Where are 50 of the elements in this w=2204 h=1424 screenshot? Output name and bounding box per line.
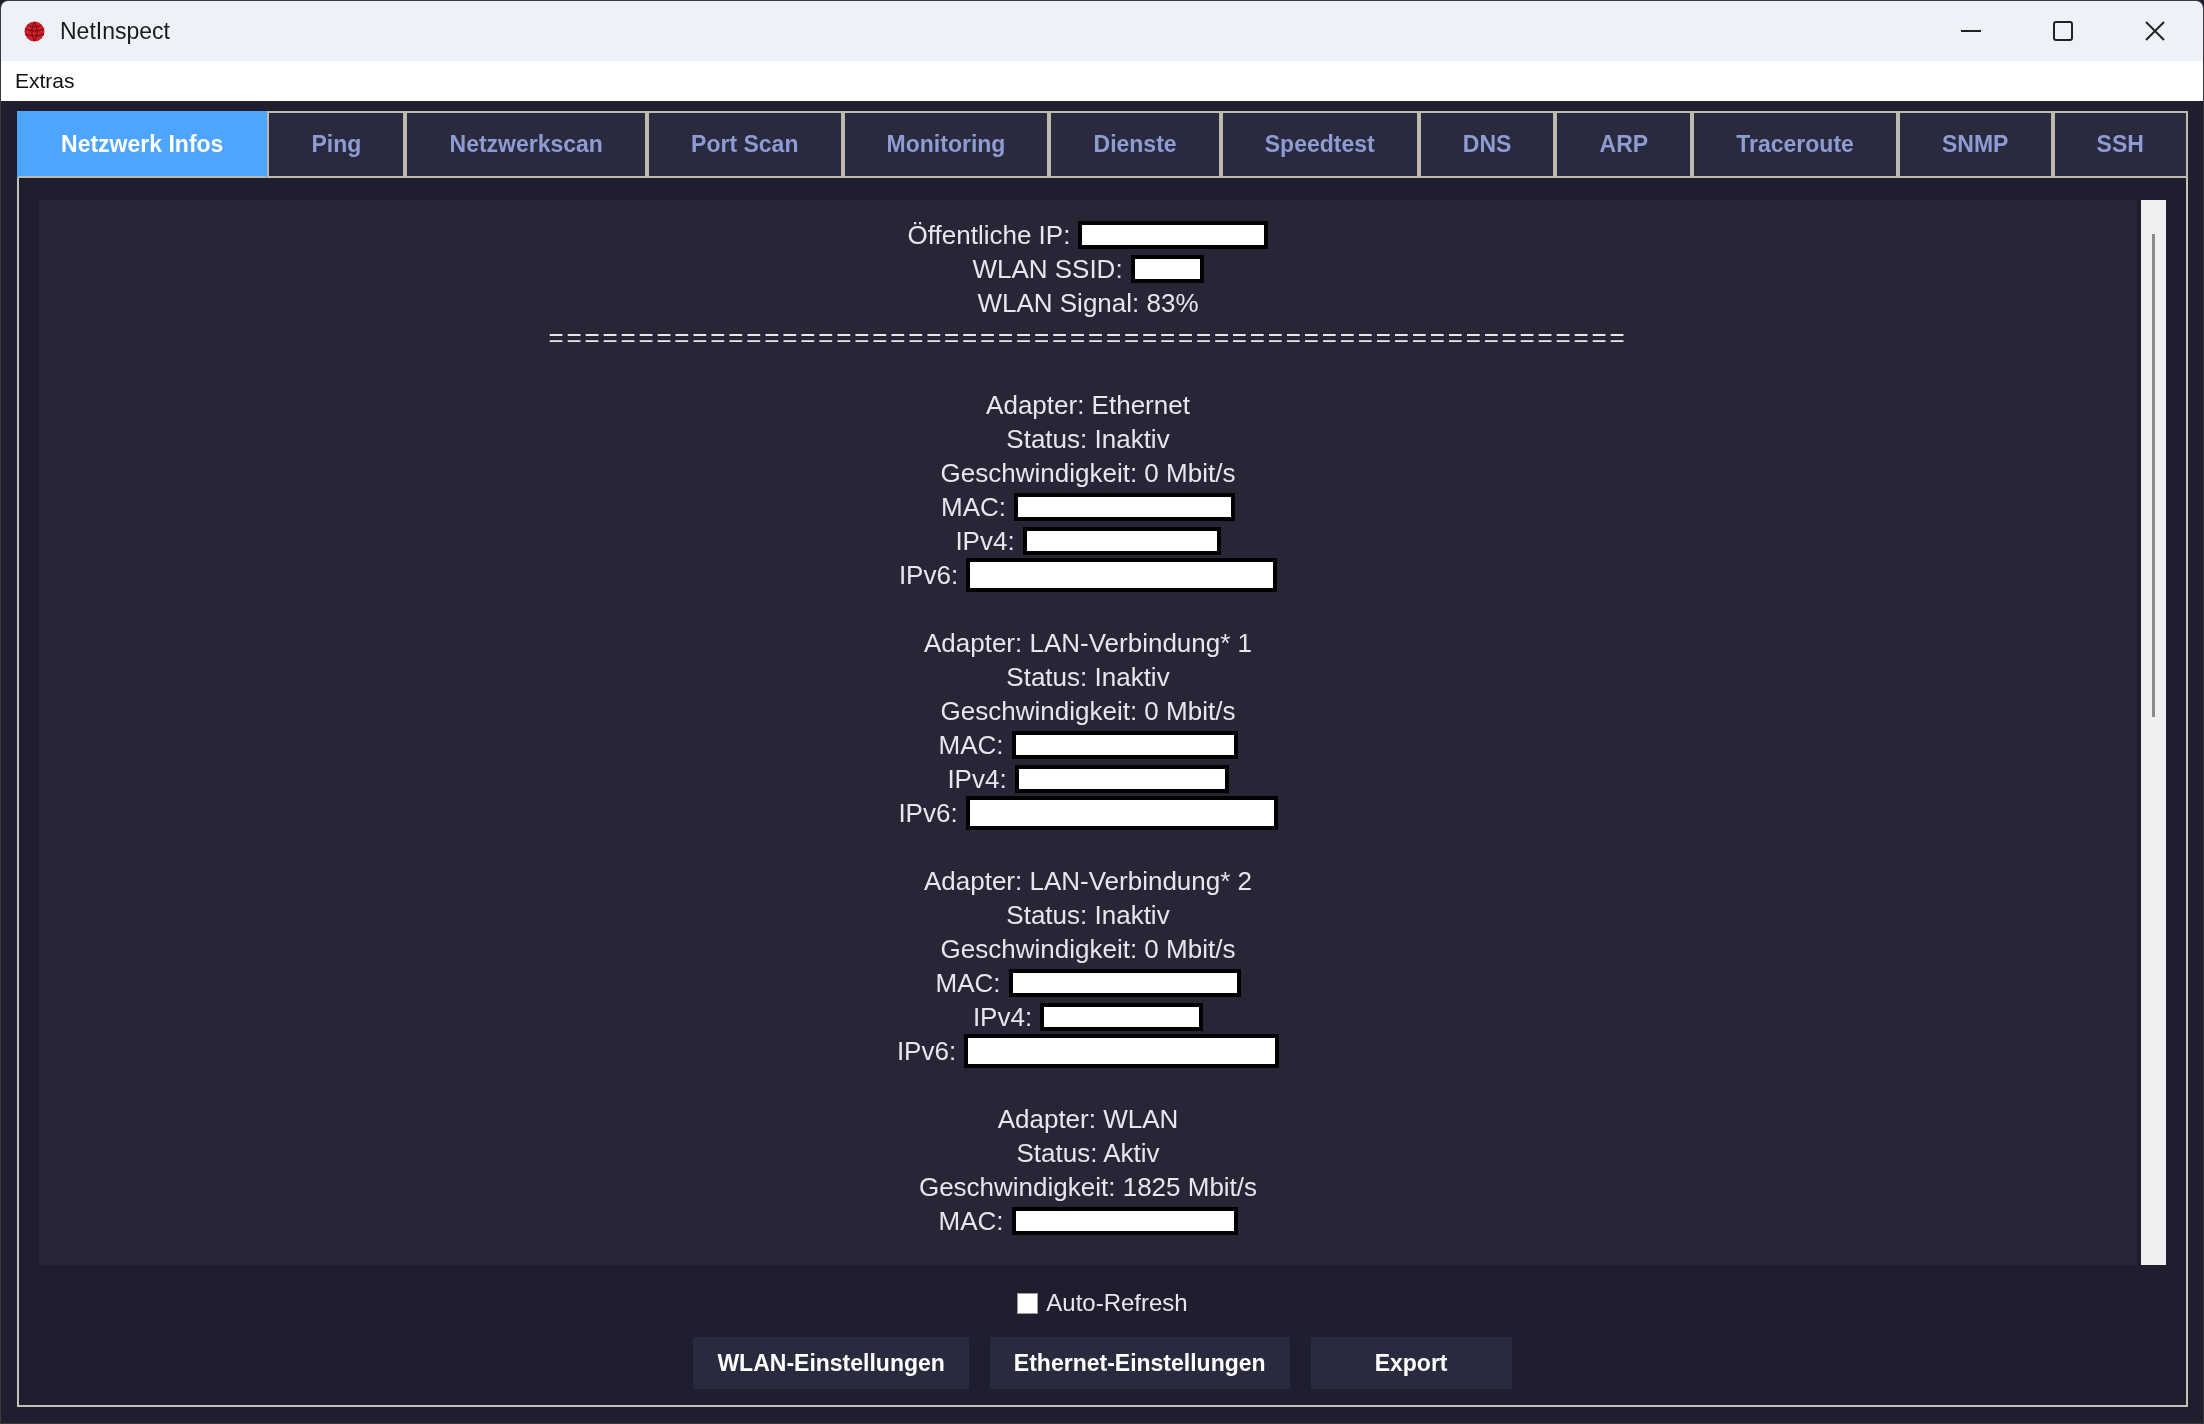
divider-text: ============================================================: [548, 321, 1628, 354]
info-text: IPv6:: [896, 1035, 957, 1068]
info-text: Status: Aktiv: [1016, 1137, 1160, 1170]
info-text: MAC:: [938, 729, 1004, 762]
menu-item[interactable]: Extras: [9, 65, 81, 97]
info-text: IPv6:: [898, 797, 958, 830]
tab[interactable]: Speedtest: [1220, 111, 1419, 178]
tab[interactable]: SSH: [2052, 111, 2188, 178]
close-icon: [2145, 21, 2165, 41]
info-text: Status: Inaktiv: [1006, 899, 1170, 932]
tab[interactable]: SNMP: [1897, 111, 2053, 178]
info-text: IPv4:: [972, 1001, 1033, 1034]
info-text: WLAN SSID:: [972, 253, 1123, 286]
tab[interactable]: Ping: [267, 111, 406, 178]
info-text: Geschwindigkeit: 0 Mbit/s: [940, 933, 1236, 966]
info-text: Adapter: LAN-Verbindung* 1: [923, 627, 1253, 660]
tab[interactable]: Netzwerkscan: [405, 111, 647, 178]
info-text: Status: Inaktiv: [1006, 423, 1170, 456]
info-text: Status: Inaktiv: [1006, 661, 1170, 694]
tab[interactable]: DNS: [1418, 111, 1556, 178]
tab[interactable]: ARP: [1555, 111, 1693, 178]
maximize-icon: [2053, 21, 2073, 41]
tab[interactable]: Monitoring: [842, 111, 1050, 178]
info-text: IPv4:: [955, 525, 1015, 558]
info-text: Geschwindigkeit: 0 Mbit/s: [940, 457, 1236, 490]
tab[interactable]: Traceroute: [1692, 111, 1898, 178]
info-text: Geschwindigkeit: 0 Mbit/s: [940, 695, 1236, 728]
tab[interactable]: Port Scan: [647, 111, 843, 178]
info-text: WLAN Signal: 83%: [977, 287, 1199, 320]
info-text: IPv6:: [898, 559, 959, 592]
action-button[interactable]: WLAN-Einstellungen: [693, 1337, 969, 1389]
info-text: IPv4:: [947, 763, 1007, 796]
info-text: MAC:: [941, 491, 1006, 524]
globe-icon: [24, 20, 45, 42]
action-button[interactable]: Ethernet-Einstellungen: [989, 1337, 1290, 1389]
info-text: MAC:: [935, 967, 1001, 1000]
action-button[interactable]: Export: [1310, 1337, 1512, 1389]
info-text: Geschwindigkeit: 1825 Mbit/s: [918, 1171, 1258, 1204]
info-text: Adapter: LAN-Verbindung* 2: [923, 865, 1253, 898]
scrollbar-track[interactable]: [2141, 200, 2166, 1265]
info-text: Adapter: WLAN: [997, 1103, 1179, 1136]
window-title: NetInspect: [60, 17, 170, 45]
checkbox[interactable]: [1017, 1292, 1039, 1314]
minimize-icon: [1961, 30, 1981, 32]
info-text: MAC:: [938, 1205, 1004, 1238]
info-text: Adapter: Ethernet: [986, 389, 1190, 422]
tab[interactable]: Dienste: [1049, 111, 1221, 178]
info-text: Öffentliche IP:: [907, 219, 1071, 252]
checkbox-label[interactable]: Auto-Refresh: [1046, 1289, 1188, 1317]
scrollbar-thumb[interactable]: [2152, 234, 2155, 717]
